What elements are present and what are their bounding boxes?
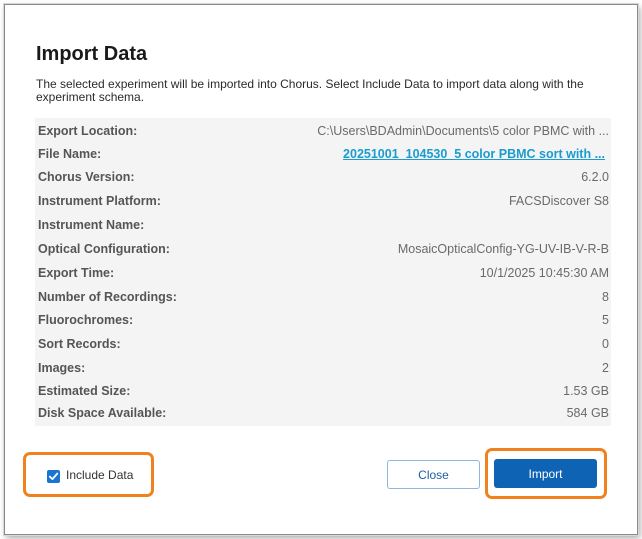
detail-label: Disk Space Available:: [38, 406, 167, 420]
detail-row-export-time: Export Time: 10/1/2025 10:45:30 AM: [35, 262, 611, 285]
detail-row-instrument-name: Instrument Name:: [35, 214, 611, 237]
detail-row-file-name: File Name: 20251001_104530_5 color PBMC …: [35, 143, 611, 166]
detail-label: Number of Recordings:: [38, 290, 177, 304]
detail-row-fluorochromes: Fluorochromes: 5: [35, 309, 611, 332]
detail-value: 0: [602, 337, 609, 351]
detail-label: Instrument Name:: [38, 218, 145, 232]
import-data-dialog: Import Data The selected experiment will…: [4, 4, 638, 535]
detail-value: C:\Users\BDAdmin\Documents\5 color PBMC …: [317, 124, 609, 138]
include-data-checkbox[interactable]: [47, 470, 60, 483]
detail-value: 10/1/2025 10:45:30 AM: [479, 266, 609, 280]
dialog-description: The selected experiment will be imported…: [36, 77, 584, 104]
detail-label: Fluorochromes:: [38, 313, 134, 327]
detail-value: 8: [602, 290, 609, 304]
detail-label: Export Location:: [38, 124, 138, 138]
dialog-title: Import Data: [36, 43, 148, 65]
detail-label: Optical Configuration:: [38, 242, 170, 256]
close-button[interactable]: Close: [387, 460, 480, 489]
details-panel: Export Location: C:\Users\BDAdmin\Docume…: [35, 118, 611, 426]
detail-value: 584 GB: [566, 406, 609, 420]
detail-value: 5: [602, 313, 609, 327]
detail-value: 2: [602, 361, 609, 375]
detail-label: Images:: [38, 361, 86, 375]
detail-row-estimated-size: Estimated Size: 1.53 GB: [35, 380, 611, 403]
detail-row-optical-configuration: Optical Configuration: MosaicOpticalConf…: [35, 238, 611, 261]
detail-value: FACSDiscover S8: [508, 194, 609, 208]
detail-label: Sort Records:: [38, 337, 121, 351]
detail-row-instrument-platform: Instrument Platform: FACSDiscover S8: [35, 190, 611, 213]
detail-value: MosaicOpticalConfig-YG-UV-IB-V-R-B: [397, 242, 609, 256]
detail-value: 1.53 GB: [563, 384, 609, 398]
detail-row-disk-space-available: Disk Space Available: 584 GB: [35, 402, 611, 425]
file-name-link[interactable]: 20251001_104530_5 color PBMC sort with .…: [343, 143, 605, 166]
detail-label: Chorus Version:: [38, 170, 135, 184]
detail-value: 6.2.0: [581, 170, 609, 184]
detail-row-export-location: Export Location: C:\Users\BDAdmin\Docume…: [35, 120, 611, 143]
import-button-highlight: Import: [485, 448, 607, 499]
detail-row-chorus-version: Chorus Version: 6.2.0: [35, 166, 611, 189]
detail-label: Export Time:: [38, 266, 115, 280]
check-icon: [48, 472, 59, 480]
import-button[interactable]: Import: [494, 459, 597, 488]
detail-label: File Name:: [38, 147, 102, 161]
detail-label: Instrument Platform:: [38, 194, 161, 208]
detail-row-sort-records: Sort Records: 0: [35, 333, 611, 356]
include-data-label[interactable]: Include Data: [66, 468, 133, 482]
detail-row-images: Images: 2: [35, 357, 611, 380]
detail-label: Estimated Size:: [38, 384, 131, 398]
include-data-highlight: Include Data: [23, 452, 154, 497]
detail-row-number-of-recordings: Number of Recordings: 8: [35, 286, 611, 309]
